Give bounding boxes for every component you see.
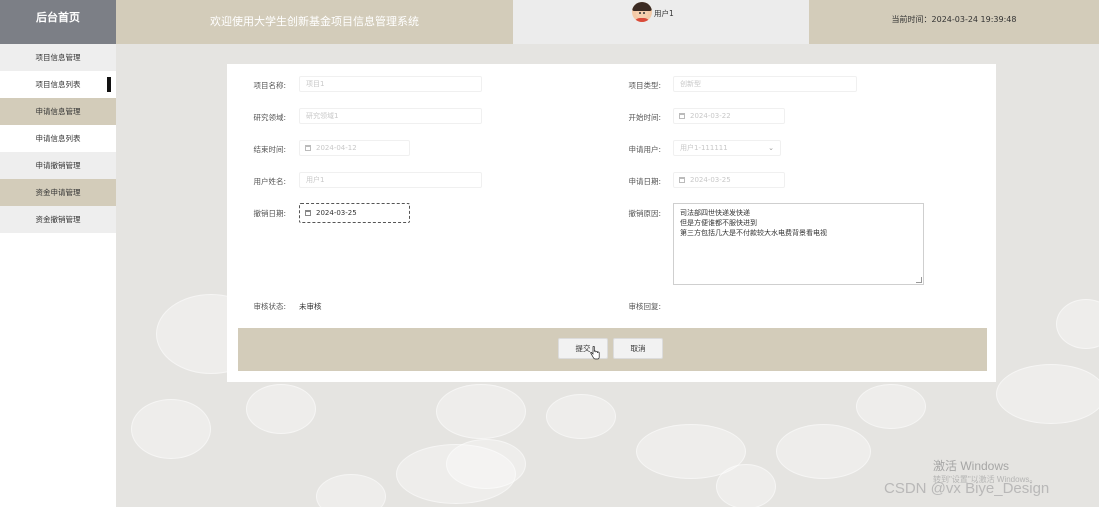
apply-date-value: 2024-03-25	[690, 176, 731, 184]
cancel-button[interactable]: 取消	[613, 338, 663, 359]
calendar-icon	[305, 210, 311, 216]
cancel-reason-textarea[interactable]: 司法部四世快递发快递 但是方便谁都不服快进到 第三方包括几大是不付款较大水电费背…	[673, 203, 924, 285]
sidebar-item-label: 资金撤销管理	[35, 215, 81, 224]
cancel-date-field[interactable]: 2024-03-25	[299, 203, 410, 223]
sidebar-item-project-list[interactable]: 项目信息列表	[0, 71, 116, 98]
project-type-label: 项目类型:	[628, 81, 661, 90]
csdn-watermark: CSDN @vx Biye_Design	[884, 480, 1050, 497]
top-header: 后台首页 欢迎使用大学生创新基金项目信息管理系统 用户1 当前时间：2024-0…	[0, 0, 1099, 44]
research-area-field[interactable]: 研究领域1	[299, 108, 482, 124]
project-type-field[interactable]: 创新型	[673, 76, 857, 92]
start-time-label: 开始时间:	[628, 113, 661, 122]
sidebar-item-application-management[interactable]: 申请信息管理	[0, 98, 116, 125]
cancel-reason-line: 但是方便谁都不服快进到	[680, 219, 757, 227]
chevron-down-icon: ⌄	[768, 144, 774, 152]
windows-activation-title: 激活 Windows	[933, 459, 1010, 473]
sidebar-item-label: 申请信息管理	[35, 107, 81, 116]
project-name-label: 项目名称:	[253, 81, 286, 90]
active-indicator	[107, 77, 111, 92]
cancel-reason-line: 第三方包括几大是不付款较大水电费背景看电视	[680, 229, 827, 237]
sidebar-item-label: 资金申请管理	[35, 188, 81, 197]
sidebar-item-fund-application[interactable]: 资金申请管理	[0, 179, 116, 206]
cancel-reason-line: 司法部四世快递发快递	[680, 209, 750, 217]
apply-date-field[interactable]: 2024-03-25	[673, 172, 785, 188]
user-name-field[interactable]: 用户1	[299, 172, 482, 188]
research-area-label: 研究领域:	[253, 113, 286, 122]
sidebar: 项目信息管理 项目信息列表 申请信息管理 申请信息列表 申请撤销管理 资金申请管…	[0, 44, 116, 507]
calendar-icon	[679, 113, 685, 119]
submit-button[interactable]: 提交	[558, 338, 608, 359]
start-time-value: 2024-03-22	[690, 112, 731, 120]
cancel-reason-label: 撤销原因:	[628, 209, 661, 218]
user-avatar-icon[interactable]	[632, 2, 652, 22]
calendar-icon	[679, 177, 685, 183]
cancel-date-value: 2024-03-25	[316, 209, 357, 217]
calendar-icon	[305, 145, 311, 151]
home-link[interactable]: 后台首页	[0, 0, 116, 44]
review-status-value: 未审核	[299, 302, 322, 311]
sidebar-item-application-list[interactable]: 申请信息列表	[0, 125, 116, 152]
sidebar-item-fund-cancellation[interactable]: 资金撤销管理	[0, 206, 116, 233]
apply-date-label: 申请日期:	[628, 177, 661, 186]
apply-user-select[interactable]: 用户1-111111 ⌄	[673, 140, 781, 156]
end-time-value: 2024-04-12	[316, 144, 357, 152]
user-area[interactable]: 用户1	[513, 0, 809, 44]
review-status-label: 审核状态:	[253, 302, 286, 311]
end-time-label: 结束时间:	[253, 145, 286, 154]
resize-handle-icon[interactable]	[916, 277, 922, 283]
project-name-field[interactable]: 项目1	[299, 76, 482, 92]
start-time-field[interactable]: 2024-03-22	[673, 108, 785, 124]
system-title: 欢迎使用大学生创新基金项目信息管理系统	[116, 0, 513, 44]
sidebar-item-label: 申请信息列表	[35, 134, 81, 143]
sidebar-item-label: 项目信息列表	[35, 80, 81, 89]
current-time: 当前时间：2024-03-24 19:39:48	[809, 0, 1099, 44]
user-name[interactable]: 用户1	[654, 8, 674, 19]
apply-user-value: 用户1-111111	[680, 144, 728, 152]
apply-user-label: 申请用户:	[628, 145, 661, 154]
user-name-label: 用户姓名:	[253, 177, 286, 186]
review-reply-label: 审核回复:	[628, 302, 661, 311]
sidebar-item-project-management[interactable]: 项目信息管理	[0, 44, 116, 71]
sidebar-item-label: 申请撤销管理	[35, 161, 81, 170]
sidebar-item-cancellation-management[interactable]: 申请撤销管理	[0, 152, 116, 179]
hand-cursor-icon	[590, 346, 600, 360]
end-time-field[interactable]: 2024-04-12	[299, 140, 410, 156]
cancel-date-label: 撤销日期:	[253, 209, 286, 218]
sidebar-item-label: 项目信息管理	[35, 53, 81, 62]
